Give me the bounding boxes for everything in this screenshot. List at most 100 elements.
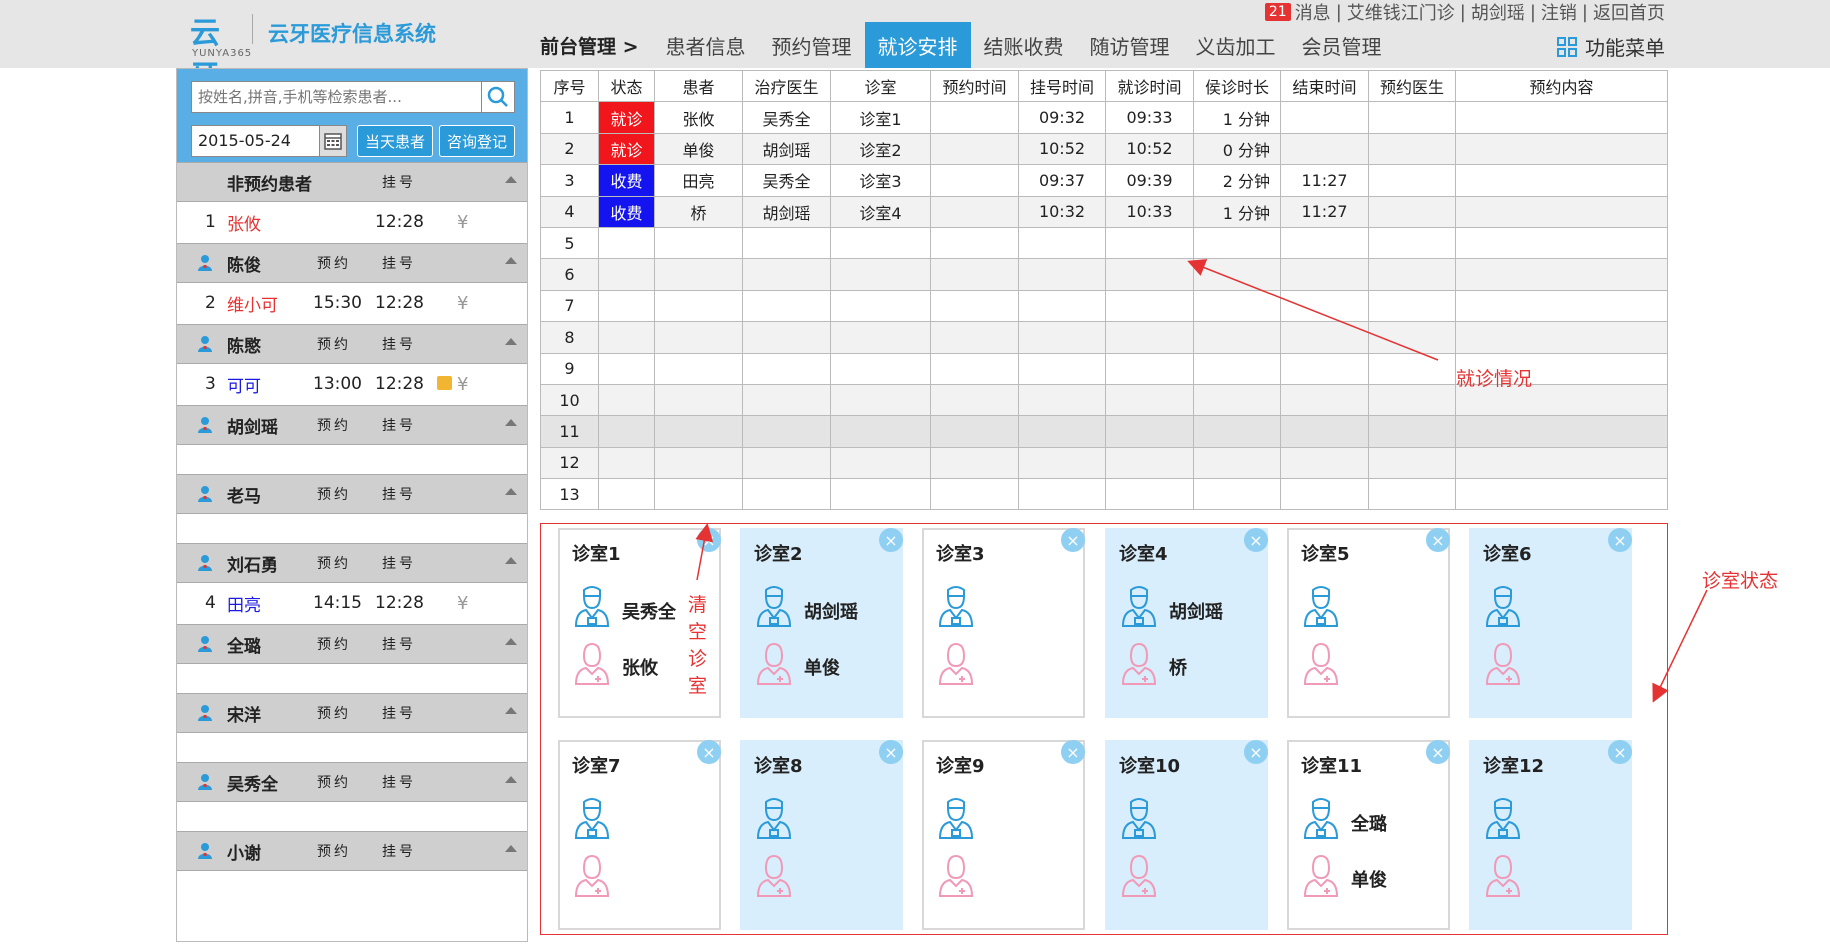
patient-row[interactable]: 2 维小可 15:30 12:28 ¥ [177,283,527,323]
group-header[interactable]: 陈俊 预约 挂号 [177,243,527,283]
table-row[interactable]: 6 [540,258,1668,291]
group-header[interactable]: 宋洋 预约 挂号 [177,693,527,733]
table-cell [1280,132,1369,166]
patient-name[interactable]: 可可 [227,372,261,397]
collapse-caret-icon[interactable] [505,338,517,345]
tab-follow-up[interactable]: 随访管理 [1077,22,1183,68]
search-button[interactable] [481,81,515,113]
collapse-caret-icon[interactable] [505,557,517,564]
room-card[interactable]: 诊室11 × 全璐 单俊 [1287,740,1450,930]
room-card[interactable]: 诊室10 × [1105,740,1268,930]
room-card[interactable]: 诊室3 × [922,528,1085,718]
payment-icon[interactable]: ¥ [457,293,468,314]
search-input[interactable] [191,81,487,113]
table-cell [1455,132,1668,166]
group-header[interactable]: 非预约患者 挂号 [177,162,527,202]
table-row[interactable]: 11 [540,415,1668,448]
memo-icon[interactable] [437,376,452,390]
clear-room-close-icon[interactable]: × [697,740,721,764]
table-row[interactable]: 8 [540,321,1668,354]
room-card[interactable]: 诊室9 × [922,740,1085,930]
clear-room-close-icon[interactable]: × [879,740,903,764]
table-row[interactable]: 12 [540,446,1668,480]
tab-visit-schedule[interactable]: 就诊安排 [864,22,971,68]
tab-membership[interactable]: 会员管理 [1289,22,1395,68]
clear-room-close-icon[interactable]: × [1608,740,1632,764]
collapse-caret-icon[interactable] [505,707,517,714]
clear-room-close-icon[interactable]: × [1426,740,1450,764]
tab-patient-info[interactable]: 患者信息 [653,22,759,68]
function-menu-button[interactable]: 功能菜单 [1557,32,1665,61]
clear-room-close-icon[interactable]: × [879,528,903,552]
payment-icon[interactable]: ¥ [457,593,468,614]
group-header[interactable]: 陈愍 预约 挂号 [177,324,527,364]
patient-name[interactable]: 维小可 [227,291,278,316]
table-row[interactable]: 4 收费桥胡剑瑶 诊室4 10:32 10:33 1 分钟 11:27 [540,195,1668,228]
table-cell [1455,258,1668,291]
consult-register-button[interactable]: 咨询登记 [439,125,515,157]
clear-room-close-icon[interactable]: × [1426,528,1450,552]
table-cell [1368,226,1456,260]
date-field[interactable]: 2015-05-24 [191,125,321,157]
patient-row[interactable]: 1 张攸 12:28 ¥ [177,202,527,242]
clear-room-close-icon[interactable]: × [1061,528,1085,552]
tab-denture-processing[interactable]: 义齿加工 [1183,22,1289,68]
patient-name[interactable]: 张攸 [227,210,261,235]
table-cell [742,415,831,448]
patient-row[interactable]: 3 可可 13:00 12:28 ¥ [177,364,527,404]
room-name: 诊室5 [1301,544,1350,565]
user-link[interactable]: 胡剑瑶 [1471,0,1525,25]
collapse-caret-icon[interactable] [505,638,517,645]
tab-appointment[interactable]: 预约管理 [759,22,865,68]
table-row[interactable]: 2 就诊 单俊 胡剑瑶 诊室2 10:52 10:52 0 分钟 [540,132,1668,166]
room-card[interactable]: 诊室8 × [740,740,903,930]
clear-room-close-icon[interactable]: × [1244,740,1268,764]
doctor-icon [197,416,213,434]
group-header[interactable]: 小谢 预约 挂号 [177,831,527,871]
breadcrumb[interactable]: 前台管理 > [538,22,653,68]
room-card[interactable]: 诊室6 × [1469,528,1632,718]
table-cell [1018,446,1106,480]
collapse-caret-icon[interactable] [505,845,517,852]
room-card[interactable]: 诊室12 × [1469,740,1632,930]
patient-row[interactable]: 4 田亮 14:15 12:28 ¥ [177,583,527,623]
group-header[interactable]: 刘石勇 预约 挂号 [177,543,527,583]
group-header[interactable]: 吴秀全 预约 挂号 [177,762,527,802]
room-card[interactable]: 诊室7 × [558,740,721,930]
patient-name[interactable]: 田亮 [227,591,261,616]
table-row[interactable]: 7 [540,289,1668,323]
group-header[interactable]: 老马 预约 挂号 [177,474,527,514]
room-card[interactable]: 诊室2 × 胡剑瑶 单俊 [740,528,903,718]
table-row[interactable]: 1 就诊 张攸 吴秀全 诊室1 09:32 09:33 1 分钟 [540,101,1668,134]
group-name: 全璐 [227,636,261,657]
collapse-caret-icon[interactable] [505,176,517,183]
group-header[interactable]: 胡剑瑶 预约 挂号 [177,405,527,445]
collapse-caret-icon[interactable] [505,419,517,426]
group-header[interactable]: 全璐 预约 挂号 [177,624,527,664]
collapse-caret-icon[interactable] [505,776,517,783]
clear-room-close-icon[interactable]: × [1061,740,1085,764]
room-card[interactable]: 诊室5 × [1287,528,1450,718]
appointment-label: 预约 [317,337,351,353]
clear-room-close-icon[interactable]: × [1608,528,1632,552]
payment-icon[interactable]: ¥ [457,212,468,233]
function-menu-label: 功能菜单 [1585,36,1665,60]
collapse-caret-icon[interactable] [505,257,517,264]
calendar-button[interactable] [319,125,347,157]
logout-link[interactable]: 注销 [1541,0,1577,25]
table-cell [1368,321,1456,354]
clear-room-close-icon[interactable]: × [1244,528,1268,552]
today-patients-button[interactable]: 当天患者 [357,125,433,157]
tab-billing[interactable]: 结账收费 [971,22,1077,68]
table-row[interactable]: 3 收费 田亮 吴秀全 诊室3 09:37 09:39 2 分钟 11:27 [540,164,1668,197]
table-cell: 4 [540,195,599,228]
collapse-caret-icon[interactable] [505,488,517,495]
clear-room-close-icon[interactable]: × [697,528,721,552]
table-row[interactable]: 5 [540,226,1668,260]
logo[interactable]: 云牙 YUNYA365 [190,8,251,95]
message-count-badge[interactable]: 21 [1264,3,1291,21]
room-card[interactable]: 诊室4 × 胡剑瑶桥 [1105,528,1268,718]
payment-icon[interactable]: ¥ [457,374,468,395]
home-link[interactable]: 返回首页 [1593,0,1665,25]
table-row[interactable]: 13 [540,478,1668,511]
